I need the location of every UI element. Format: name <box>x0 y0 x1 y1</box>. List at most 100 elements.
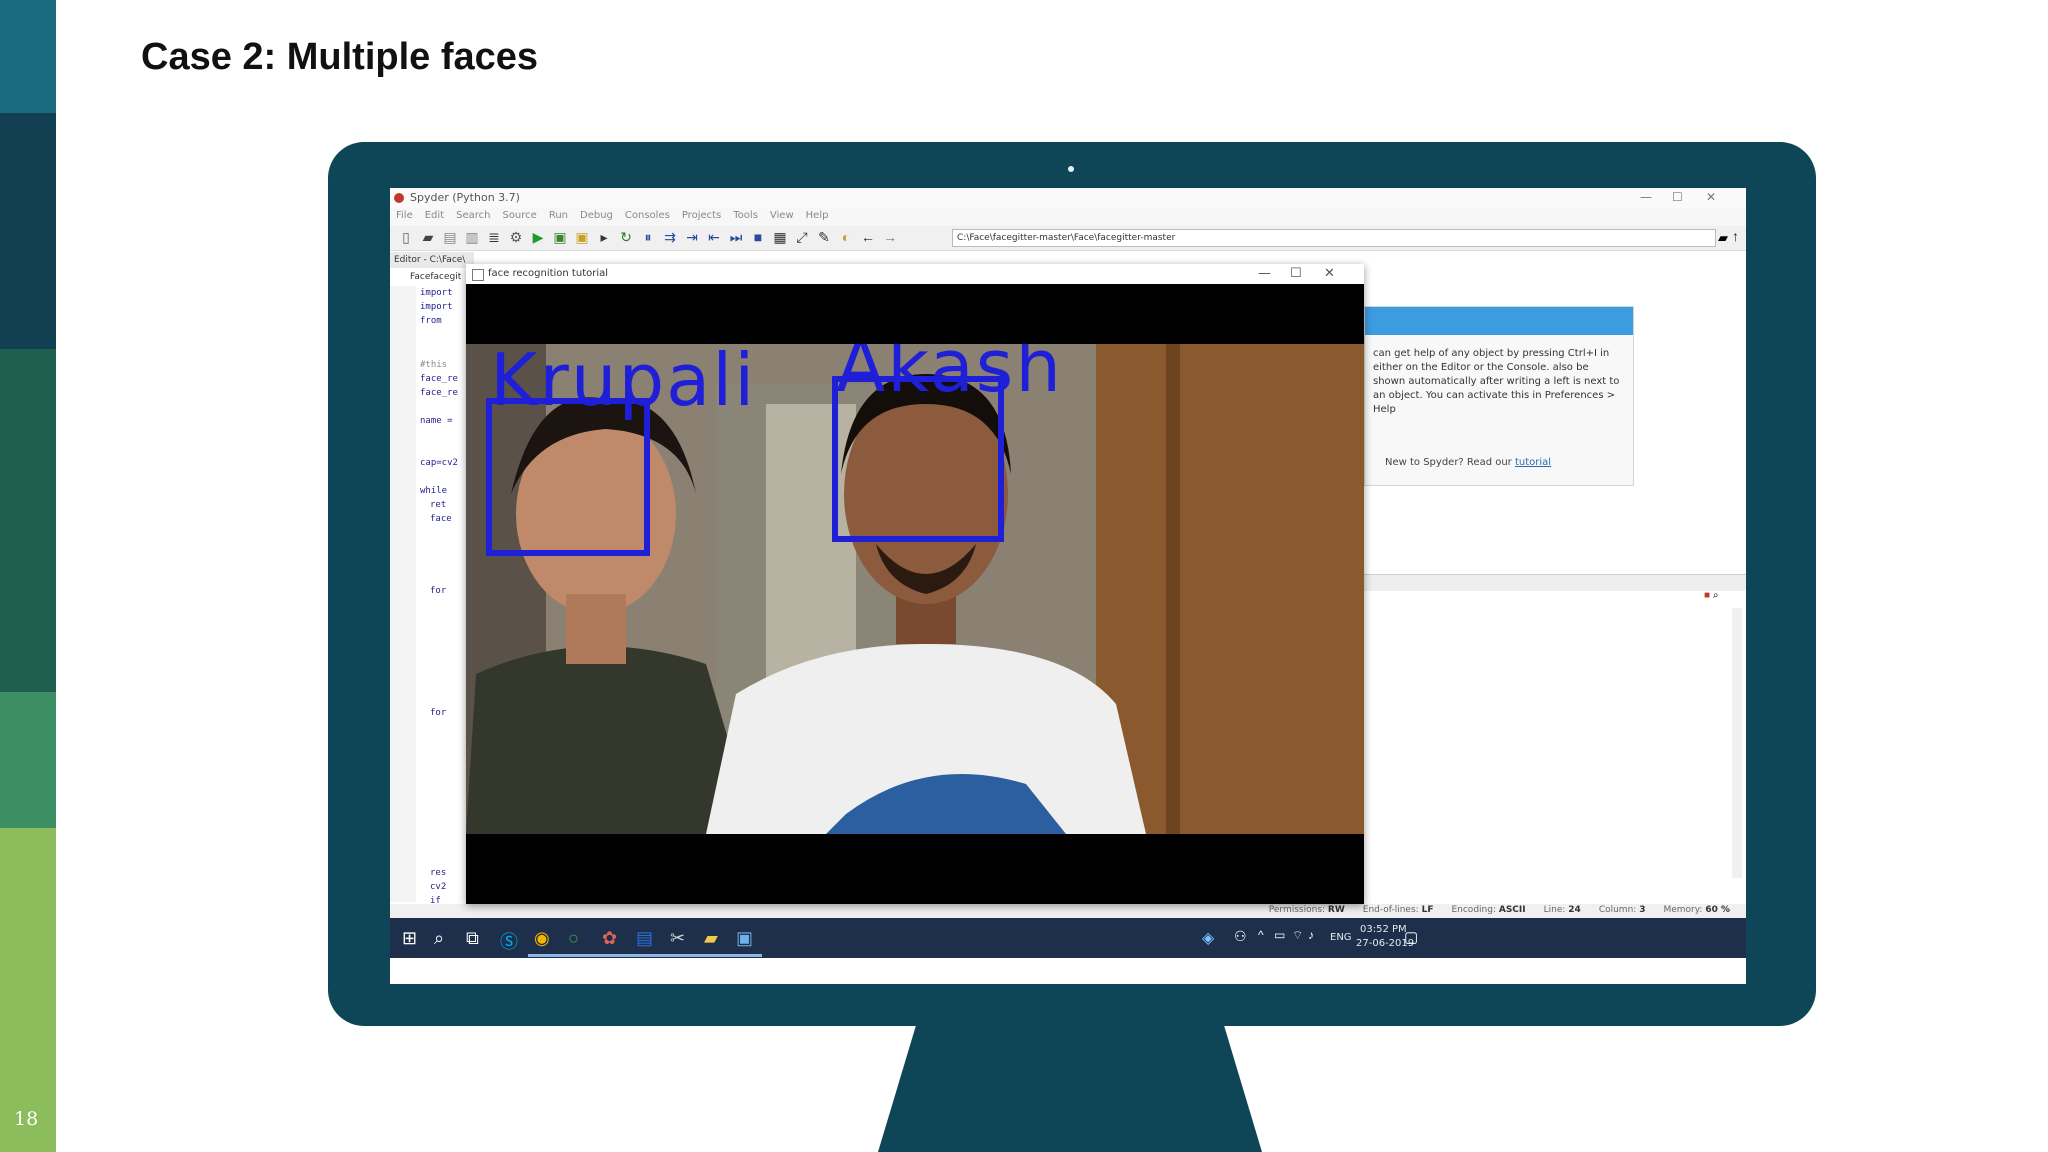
new-file-icon[interactable]: ▯ <box>398 229 414 246</box>
help-tutorial-prefix: New to Spyder? Read our <box>1385 457 1512 468</box>
windows-start-icon[interactable]: ⊞ <box>402 928 417 949</box>
list-icon[interactable]: ≣ <box>486 229 502 246</box>
menu-edit[interactable]: Edit <box>425 210 444 221</box>
help-info-box: can get help of any object by pressing C… <box>1364 306 1634 486</box>
stop-console-icon[interactable]: ■ <box>1704 590 1710 601</box>
code-line: for <box>430 586 447 596</box>
console-scrollbar[interactable] <box>1732 608 1742 878</box>
run-selection-icon[interactable]: ▸ <box>596 229 612 246</box>
continue-icon[interactable]: ⏭ <box>728 229 744 246</box>
run-cell-icon[interactable]: ▣ <box>552 229 568 246</box>
search-icon[interactable]: ⌕ <box>434 928 444 949</box>
save-all-icon[interactable]: ▥ <box>464 229 480 246</box>
monitor-frame: Spyder (Python 3.7) — ☐ ✕ File Edit Sear… <box>328 142 1816 1026</box>
python-path-icon[interactable]: ◐ <box>838 229 854 246</box>
python-window-icon[interactable]: ▣ <box>736 928 753 949</box>
permissions-value: RW <box>1327 905 1345 915</box>
ide-menubar: File Edit Search Source Run Debug Consol… <box>390 208 1746 226</box>
menu-run[interactable]: Run <box>549 210 568 221</box>
stripe-segment-3 <box>0 349 56 692</box>
menu-consoles[interactable]: Consoles <box>625 210 670 221</box>
active-app-indicator <box>664 954 698 957</box>
monitor-screen: Spyder (Python 3.7) — ☐ ✕ File Edit Sear… <box>390 188 1746 984</box>
column-label: Column: <box>1598 905 1637 915</box>
face-window-title: face recognition tutorial <box>488 268 609 279</box>
settings-icon[interactable]: ⚙ <box>508 229 524 246</box>
code-line: res <box>430 868 447 878</box>
woman-neck <box>566 594 626 664</box>
rerun-icon[interactable]: ↻ <box>618 229 634 246</box>
run-icon[interactable]: ▶ <box>530 229 546 246</box>
wardrobe-seam <box>1166 344 1180 834</box>
battery-icon[interactable]: ▭ <box>1274 928 1285 942</box>
tray-app-icon[interactable]: ◈ <box>1202 928 1214 948</box>
step-icon[interactable]: ⇉ <box>662 229 678 246</box>
open-folder-icon[interactable]: ▰ <box>420 229 436 246</box>
language-indicator[interactable]: ENG <box>1330 932 1352 943</box>
active-app-indicator <box>696 954 730 957</box>
line-value: 24 <box>1568 905 1581 915</box>
ipython-console[interactable] <box>1364 606 1746 896</box>
code-editor[interactable]: import import from #this face_re face_re… <box>416 286 470 906</box>
step-return-icon[interactable]: ⇤ <box>706 229 722 246</box>
menu-search[interactable]: Search <box>456 210 490 221</box>
menu-file[interactable]: File <box>396 210 413 221</box>
working-directory-input[interactable]: C:\Face\facegitter-master\Face\facegitte… <box>952 229 1716 247</box>
maximize-pane-icon[interactable]: ▦ <box>772 229 788 246</box>
code-line: import <box>420 302 453 312</box>
help-header-bar <box>1365 307 1633 335</box>
notification-icon[interactable]: ▢ <box>1404 928 1418 946</box>
webcam-video-frame: Krupali Akash <box>466 344 1364 834</box>
face-window-minimize-icon[interactable]: — <box>1258 266 1271 281</box>
taskbar-time[interactable]: 03:52 PM <box>1360 924 1407 935</box>
parent-directory-icon[interactable]: ↑ <box>1732 228 1739 244</box>
code-line: while <box>420 486 448 496</box>
code-line: face_re <box>420 388 458 398</box>
menu-source[interactable]: Source <box>502 210 536 221</box>
file-explorer-icon[interactable]: ▰ <box>704 928 718 949</box>
menu-tools[interactable]: Tools <box>733 210 758 221</box>
code-line: face_re <box>420 374 458 384</box>
menu-projects[interactable]: Projects <box>682 210 721 221</box>
app-circle-icon[interactable]: ○ <box>568 928 579 949</box>
skype-icon[interactable]: Ⓢ <box>500 928 518 954</box>
tutorial-link[interactable]: tutorial <box>1515 457 1551 468</box>
minimize-icon[interactable]: — <box>1640 190 1652 204</box>
chrome-icon[interactable]: ◉ <box>534 928 550 949</box>
face-recognition-window[interactable]: face recognition tutorial — ☐ ✕ Krupali … <box>466 264 1364 904</box>
save-icon[interactable]: ▤ <box>442 229 458 246</box>
app-gear-icon[interactable]: ✿ <box>602 928 617 949</box>
maximize-icon[interactable]: ☐ <box>1672 190 1683 204</box>
tray-chevron-icon[interactable]: ^ <box>1258 928 1264 942</box>
menu-help[interactable]: Help <box>806 210 829 221</box>
face-window-close-icon[interactable]: ✕ <box>1324 266 1335 281</box>
wrench-icon[interactable]: ✎ <box>816 229 832 246</box>
console-toolbar: ■ ⌕ <box>1704 590 1718 601</box>
face-window-titlebar[interactable]: face recognition tutorial — ☐ ✕ <box>466 264 1364 284</box>
eol-value: LF <box>1421 905 1434 915</box>
debug-icon[interactable]: ⏸ <box>640 229 656 246</box>
active-app-indicator <box>630 954 664 957</box>
word-icon[interactable]: ▤ <box>636 928 653 949</box>
network-icon[interactable]: ⌔ <box>1292 928 1303 943</box>
back-arrow-icon[interactable]: ← <box>860 229 876 246</box>
fullscreen-icon[interactable]: ⤢ <box>794 229 810 246</box>
menu-debug[interactable]: Debug <box>580 210 613 221</box>
browse-folder-icon[interactable]: ▰ <box>1718 230 1728 246</box>
app-snip-icon[interactable]: ✂ <box>670 928 685 949</box>
stop-debug-icon[interactable]: ■ <box>750 229 766 246</box>
face-box-akash <box>832 376 1004 542</box>
run-cell-advance-icon[interactable]: ▣ <box>574 229 590 246</box>
eol-label: End-of-lines: <box>1362 905 1419 915</box>
code-line: for <box>430 708 447 718</box>
console-search-icon[interactable]: ⌕ <box>1713 590 1719 601</box>
menu-view[interactable]: View <box>770 210 794 221</box>
permissions-label: Permissions: <box>1268 905 1326 915</box>
people-icon[interactable]: ⚇ <box>1234 928 1247 945</box>
forward-arrow-icon[interactable]: → <box>882 229 898 246</box>
close-icon[interactable]: ✕ <box>1706 190 1716 204</box>
task-view-icon[interactable]: ⧉ <box>466 928 479 949</box>
step-into-icon[interactable]: ⇥ <box>684 229 700 246</box>
face-window-maximize-icon[interactable]: ☐ <box>1290 266 1302 281</box>
volume-icon[interactable]: ♪ <box>1308 928 1314 942</box>
